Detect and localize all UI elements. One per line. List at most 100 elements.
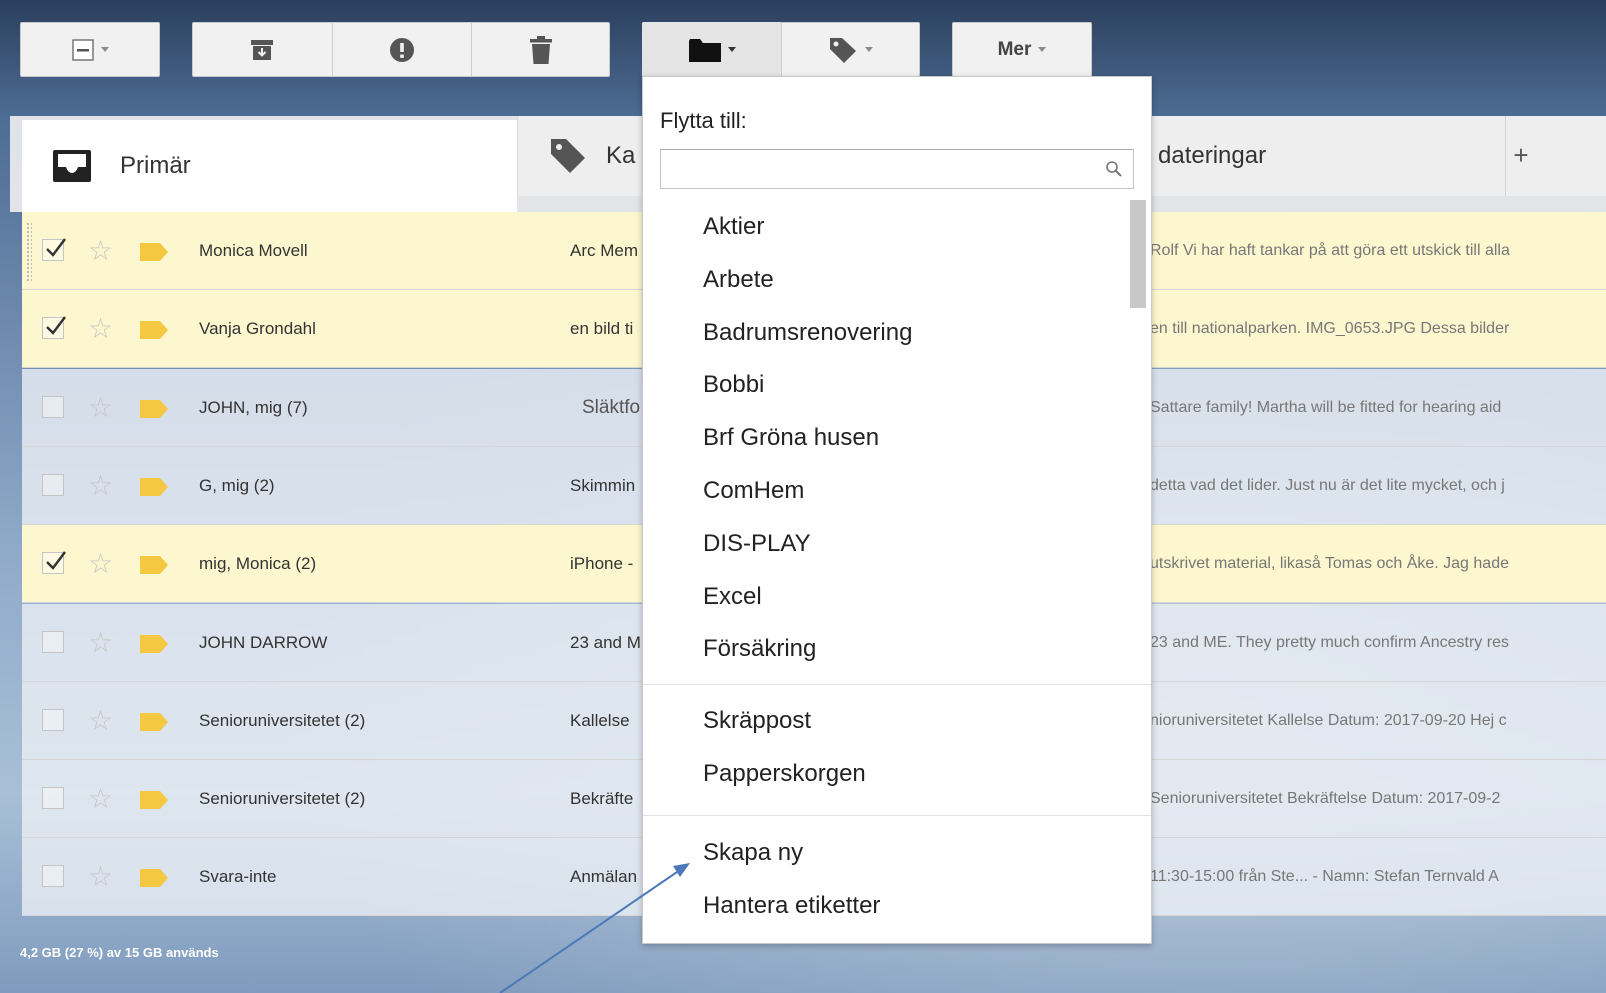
menu-item[interactable]: Aktier	[703, 213, 764, 241]
star-icon[interactable]: ☆	[88, 471, 113, 500]
menu-item[interactable]: Skräppost	[703, 707, 811, 735]
row-checkbox[interactable]	[42, 708, 64, 731]
row-checkbox[interactable]	[42, 787, 64, 810]
email-sender: Vanja Grondahl	[199, 319, 316, 339]
email-snippet: detta vad det lider. Just nu är det lite…	[1150, 476, 1505, 494]
row-checkbox[interactable]	[42, 395, 64, 418]
email-subject: Anmälan	[570, 867, 638, 887]
importance-marker-icon[interactable]	[140, 243, 168, 261]
email-sender: JOHN, mig (7)	[199, 397, 308, 417]
email-snippet: en till nationalparken. IMG_0653.JPG Des…	[1150, 320, 1510, 338]
chevron-down-icon	[727, 47, 736, 52]
email-subject: Skimmin	[570, 475, 636, 495]
email-snippet: Rolf Vi har haft tankar på att göra ett …	[1150, 242, 1510, 259]
email-subject: Kallelse	[570, 710, 630, 730]
importance-marker-icon[interactable]	[140, 869, 168, 888]
star-icon[interactable]: ☆	[88, 315, 113, 343]
importance-marker-icon[interactable]	[140, 634, 168, 653]
menu-item[interactable]: DIS-PLAY	[703, 530, 811, 558]
checkmark-icon	[46, 551, 66, 571]
menu-scrollbar[interactable]	[1130, 200, 1146, 308]
star-icon[interactable]: ☆	[88, 863, 113, 891]
importance-marker-icon[interactable]	[140, 712, 168, 731]
menu-item[interactable]: Brf Gröna husen	[703, 424, 879, 452]
star-icon[interactable]: ☆	[88, 628, 113, 657]
more-button[interactable]: Mer	[952, 22, 1092, 77]
tab-primary[interactable]: Primär	[22, 120, 517, 212]
star-icon[interactable]: ☆	[88, 706, 113, 735]
chevron-down-icon	[100, 47, 109, 52]
email-subject: Bekräfte	[570, 789, 634, 809]
email-subject: en bild ti	[570, 319, 634, 339]
trash-icon	[529, 35, 552, 64]
report-spam-button[interactable]	[333, 22, 471, 77]
checkmark-icon	[46, 316, 66, 336]
email-snippet: Senioruniversitetet Bekräftelse Datum: 2…	[1150, 790, 1501, 808]
storage-usage: 4,2 GB (27 %) av 15 GB används	[20, 945, 219, 960]
delete-button[interactable]	[472, 22, 609, 77]
email-subject: iPhone -	[570, 554, 634, 574]
importance-marker-icon[interactable]	[140, 556, 168, 575]
select-checkbox-dropdown[interactable]	[20, 22, 160, 77]
row-checkbox[interactable]	[42, 473, 64, 496]
tab-updates[interactable]: dateringar	[1152, 116, 1606, 196]
importance-marker-icon[interactable]	[140, 399, 168, 418]
row-checkbox[interactable]	[42, 865, 64, 888]
tag-icon	[551, 139, 585, 173]
menu-separator	[643, 684, 1151, 685]
email-sender: Senioruniversitetet (2)	[199, 710, 366, 730]
row-checkbox[interactable]	[42, 630, 64, 653]
chevron-down-icon	[1038, 47, 1047, 52]
row-checkbox[interactable]	[42, 238, 66, 261]
menu-item[interactable]: Skapa ny	[703, 839, 803, 867]
importance-marker-icon[interactable]	[140, 321, 168, 340]
email-sender: JOHN DARROW	[199, 632, 328, 652]
email-sender: Svara-inte	[199, 867, 277, 887]
tag-icon	[830, 37, 856, 63]
star-icon[interactable]: ☆	[88, 393, 113, 422]
importance-marker-icon[interactable]	[140, 791, 168, 810]
tab-social[interactable]: Ka	[517, 116, 643, 196]
label-search-input[interactable]	[667, 154, 1091, 186]
more-button-label: Mer	[997, 38, 1032, 60]
row-checkbox[interactable]	[42, 551, 66, 575]
menu-item[interactable]: ComHem	[703, 477, 804, 505]
email-snippet: nioruniversitetet Kallelse Datum: 2017-0…	[1150, 711, 1507, 729]
email-subject: 23 and M	[570, 632, 641, 652]
star-icon[interactable]: ☆	[88, 785, 113, 813]
menu-item[interactable]: Badrumsrenovering	[703, 319, 912, 347]
importance-marker-icon[interactable]	[140, 477, 168, 496]
move-to-button[interactable]	[642, 22, 782, 77]
menu-item[interactable]: Arbete	[703, 266, 774, 294]
menu-item[interactable]: Bobbi	[703, 371, 764, 399]
star-icon[interactable]: ☆	[88, 550, 113, 578]
move-to-menu: Flytta till: Aktier Arbete Badrumsrenoveri…	[642, 76, 1152, 944]
archive-button[interactable]	[192, 22, 332, 77]
tab-updates-label: dateringar	[1158, 142, 1267, 169]
archive-icon	[251, 39, 273, 60]
email-snippet: utskrivet material, likaså Tomas och Åke…	[1150, 555, 1509, 573]
email-sender: mig, Monica (2)	[199, 554, 317, 574]
menu-item[interactable]: Försäkring	[703, 635, 816, 663]
inbox-icon	[53, 150, 91, 182]
star-icon[interactable]: ☆	[88, 237, 113, 265]
menu-title: Flytta till:	[660, 108, 747, 133]
folder-icon	[688, 38, 721, 62]
drag-handle[interactable]	[26, 222, 32, 282]
row-checkbox[interactable]	[42, 316, 66, 340]
email-sender: G, mig (2)	[199, 475, 275, 495]
menu-item[interactable]: Hantera etiketter	[703, 892, 880, 920]
menu-item[interactable]: Papperskorgen	[703, 760, 866, 788]
labels-button[interactable]	[782, 22, 919, 77]
checkmark-icon	[46, 238, 66, 257]
menu-item[interactable]: Excel	[703, 583, 762, 611]
exclamation-icon	[390, 37, 414, 62]
tab-social-label: Ka	[606, 142, 636, 169]
email-snippet: 23 and ME. They pretty much confirm Ance…	[1150, 633, 1509, 651]
email-subject: Släktfo	[582, 396, 641, 418]
partial-checkbox-icon	[71, 38, 94, 61]
menu-separator	[643, 815, 1151, 816]
add-tab-button[interactable]: +	[1506, 140, 1536, 171]
tab-primary-label: Primär	[120, 152, 191, 179]
email-sender: Monica Movell	[199, 241, 308, 260]
